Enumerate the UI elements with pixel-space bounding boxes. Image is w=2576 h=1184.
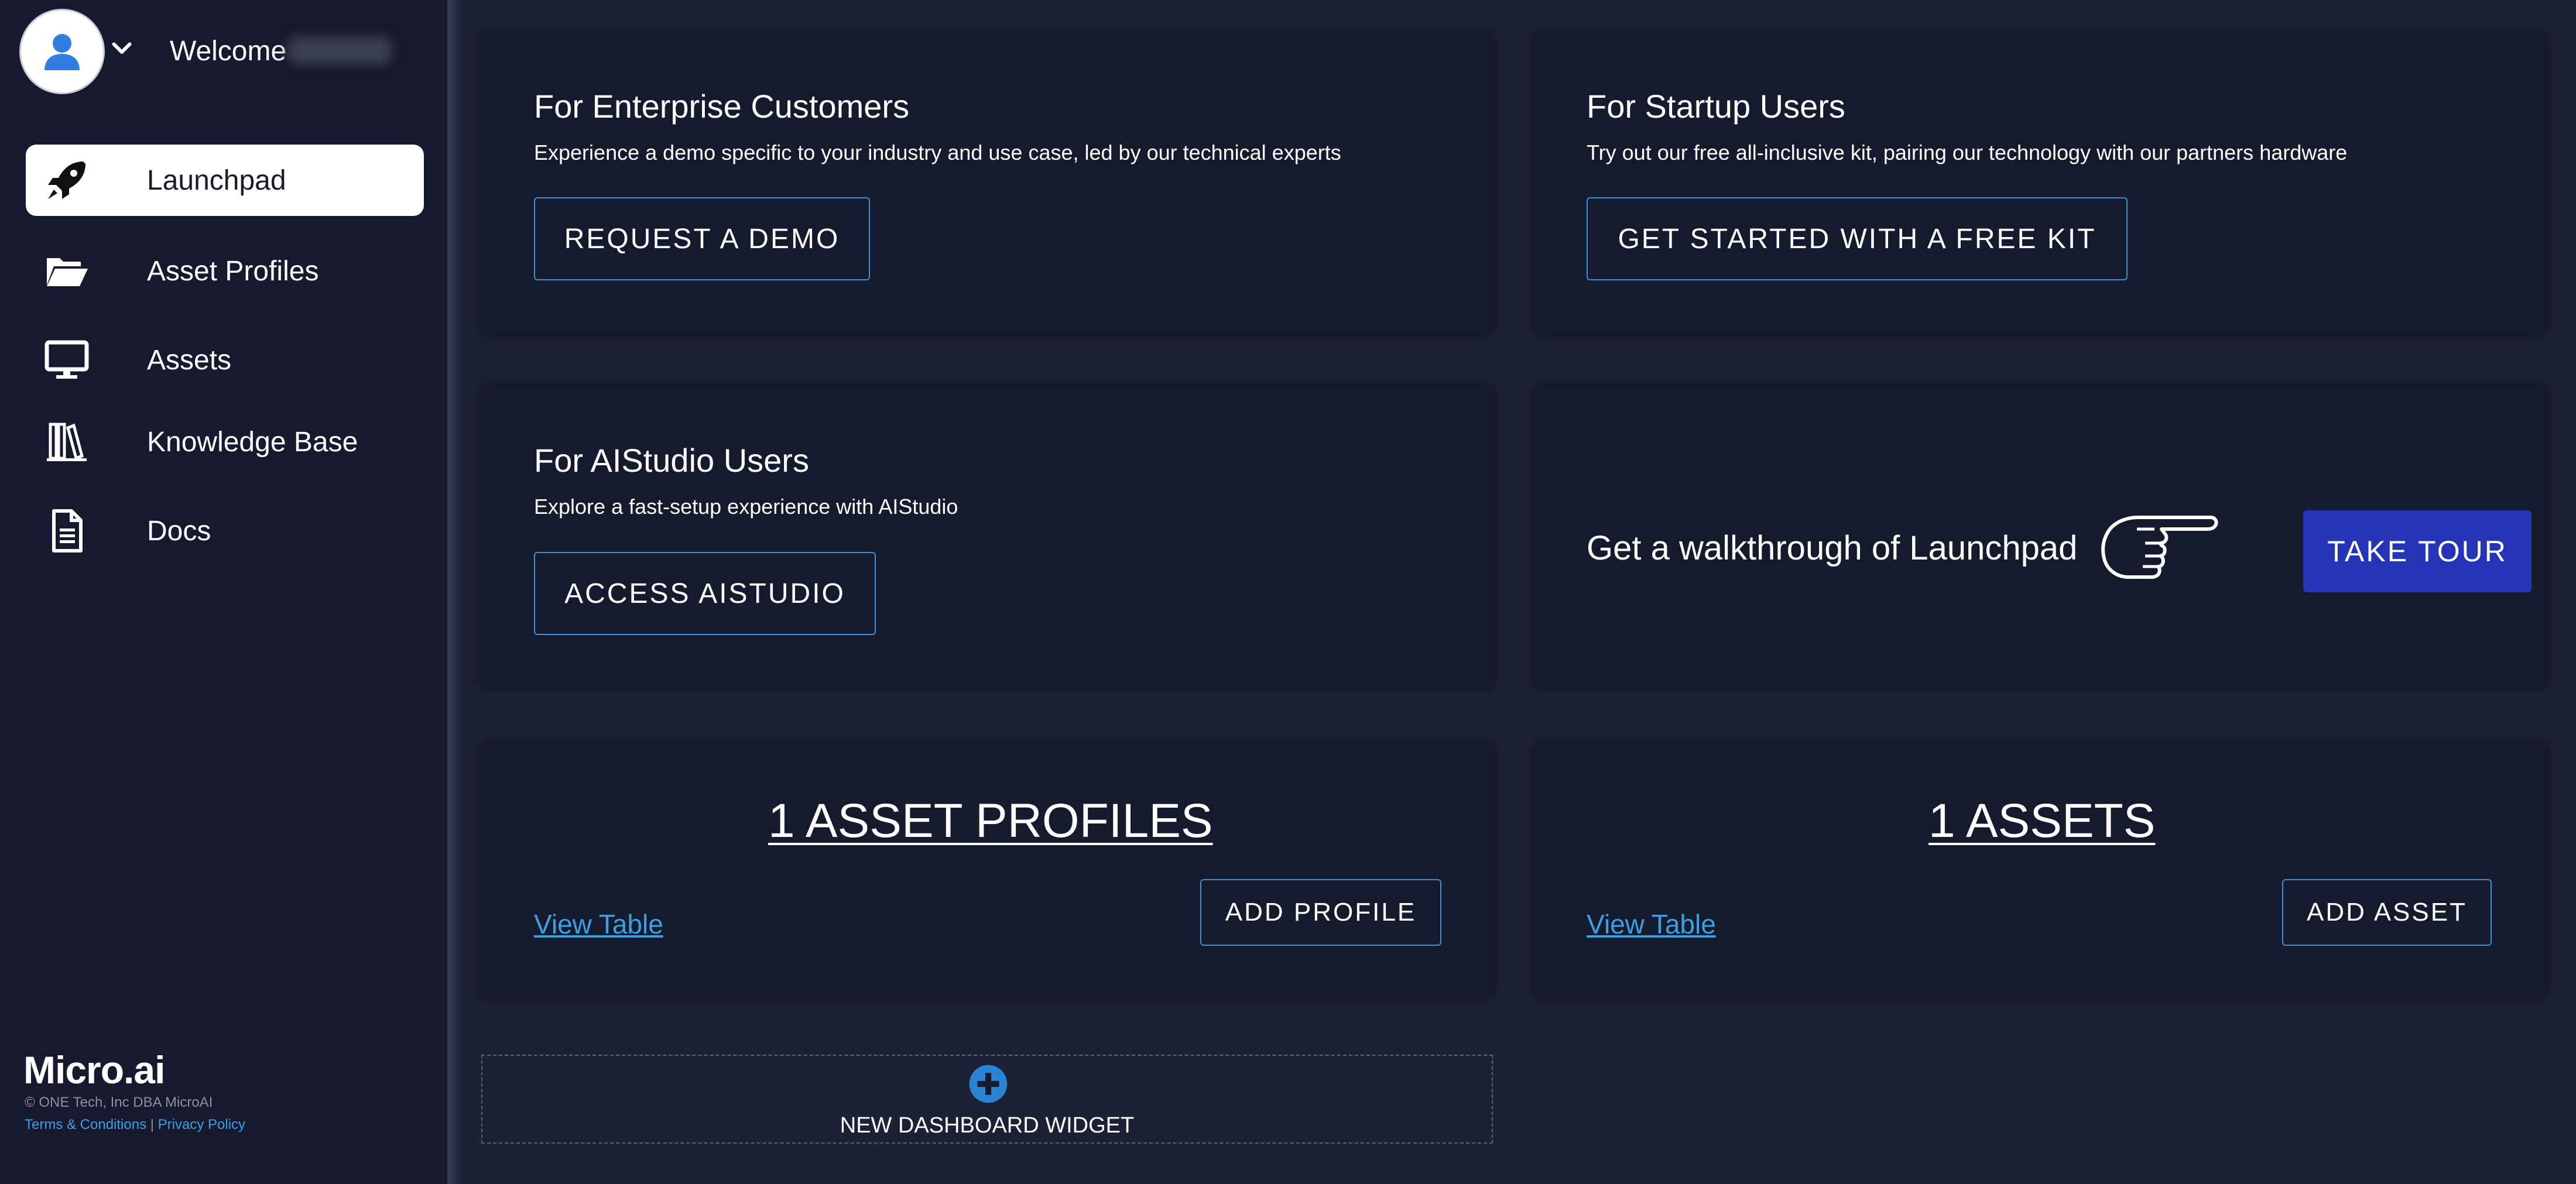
take-tour-button[interactable]: TAKE TOUR: [2303, 510, 2532, 592]
free-kit-button[interactable]: GET STARTED WITH A FREE KIT: [1587, 197, 2128, 280]
sidebar: Welcome Launchpad Asset Profiles Assets …: [0, 0, 447, 1184]
sidebar-edge: [447, 0, 461, 1184]
asset-profiles-count[interactable]: 1 ASSET PROFILES: [768, 794, 1213, 849]
sidebar-item-assets[interactable]: Assets: [26, 324, 424, 396]
sidebar-item-label: Assets: [147, 344, 232, 376]
brand-logo: Micro.ai: [23, 1048, 165, 1092]
add-profile-button[interactable]: ADD PROFILE: [1200, 879, 1441, 946]
card-title: For Startup Users: [1587, 88, 1845, 125]
card-title: For AIStudio Users: [534, 442, 809, 479]
user-icon: [44, 34, 80, 70]
legal-links: Terms & Conditions | Privacy Policy: [25, 1117, 245, 1133]
avatar[interactable]: [19, 9, 105, 94]
view-table-link[interactable]: View Table: [534, 908, 663, 940]
legal-separator: |: [150, 1117, 154, 1132]
assets-count[interactable]: 1 ASSETS: [1928, 794, 2155, 849]
sidebar-item-asset-profiles[interactable]: Asset Profiles: [26, 235, 424, 307]
new-widget-label: NEW DASHBOARD WIDGET: [840, 1113, 1135, 1138]
enterprise-card: For Enterprise Customers Experience a de…: [481, 32, 1493, 334]
user-name-redacted: [287, 36, 392, 64]
asset-profiles-card: 1 ASSET PROFILES View Table ADD PROFILE: [481, 742, 1493, 998]
sidebar-item-label: Knowledge Base: [147, 426, 358, 458]
card-description: Explore a fast-setup experience with AIS…: [534, 495, 958, 519]
sidebar-item-label: Docs: [147, 515, 211, 547]
card-description: Experience a demo specific to your indus…: [534, 140, 1341, 164]
add-asset-button[interactable]: ADD ASSET: [2282, 879, 2492, 946]
welcome-text: Welcome: [170, 36, 287, 67]
plus-circle-icon: [969, 1065, 1008, 1103]
sidebar-item-launchpad[interactable]: Launchpad: [26, 145, 424, 216]
chevron-down-icon[interactable]: [111, 40, 132, 57]
monitor-icon: [42, 335, 91, 385]
access-aistudio-button[interactable]: ACCESS AISTUDIO: [534, 552, 876, 635]
rocket-icon: [42, 156, 91, 205]
view-table-link[interactable]: View Table: [1587, 908, 1716, 940]
card-title: For Enterprise Customers: [534, 88, 910, 125]
sidebar-item-label: Asset Profiles: [147, 255, 319, 287]
startup-card: For Startup Users Try out our free all-i…: [1534, 32, 2547, 334]
card-description: Try out our free all-inclusive kit, pair…: [1587, 140, 2348, 164]
walkthrough-text: Get a walkthrough of Launchpad: [1587, 529, 2078, 567]
request-demo-button[interactable]: REQUEST A DEMO: [534, 197, 870, 280]
assets-card: 1 ASSETS View Table ADD ASSET: [1534, 742, 2547, 998]
terms-link[interactable]: Terms & Conditions: [25, 1117, 146, 1132]
new-dashboard-widget[interactable]: NEW DASHBOARD WIDGET: [481, 1055, 1493, 1144]
copyright-text: © ONE Tech, Inc DBA MicroAI: [25, 1094, 213, 1110]
aistudio-card: For AIStudio Users Explore a fast-setup …: [481, 386, 1493, 688]
privacy-link[interactable]: Privacy Policy: [158, 1117, 245, 1132]
folder-open-icon: [42, 246, 91, 296]
sidebar-item-label: Launchpad: [147, 164, 286, 196]
sidebar-item-docs[interactable]: Docs: [26, 495, 424, 567]
pointing-hand-icon: [2101, 516, 2218, 579]
books-icon: [42, 417, 91, 466]
document-icon: [42, 506, 91, 555]
sidebar-item-knowledge-base[interactable]: Knowledge Base: [26, 406, 424, 478]
